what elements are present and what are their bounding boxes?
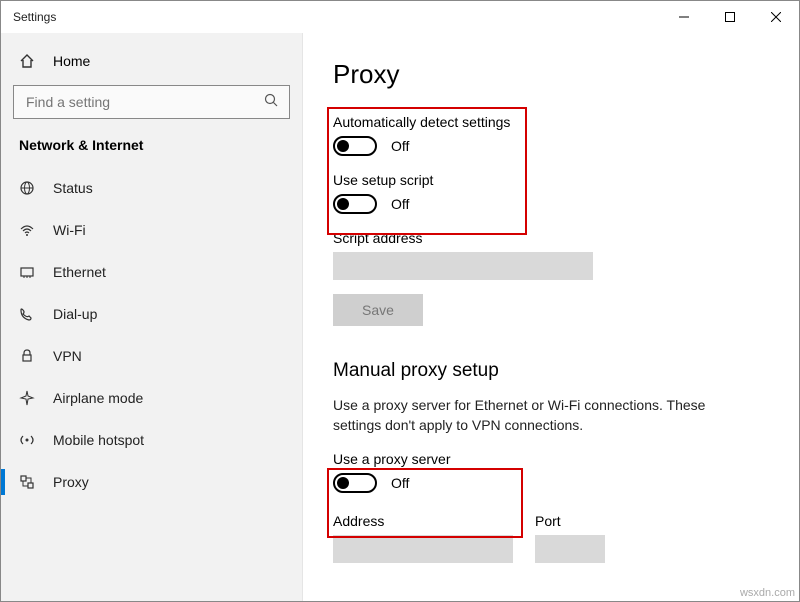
search-input[interactable] — [24, 93, 264, 111]
home-icon — [19, 53, 37, 69]
sidebar-item-vpn[interactable]: VPN — [1, 335, 302, 377]
sidebar-item-label: Airplane mode — [53, 390, 143, 406]
page-title: Proxy — [333, 59, 769, 90]
script-address-input[interactable] — [333, 252, 593, 280]
dialup-icon — [19, 306, 37, 322]
sidebar-item-hotspot[interactable]: Mobile hotspot — [1, 419, 302, 461]
sidebar-item-label: Dial-up — [53, 306, 97, 322]
home-label: Home — [53, 53, 90, 69]
auto-detect-label: Automatically detect settings — [333, 114, 769, 130]
vpn-icon — [19, 348, 37, 364]
search-icon — [264, 93, 279, 111]
watermark: wsxdn.com — [740, 587, 795, 599]
search-box[interactable] — [13, 85, 290, 119]
main-panel: Proxy Automatically detect settings Off … — [303, 33, 799, 601]
sidebar-item-label: Proxy — [53, 474, 89, 490]
nav-list: Status Wi-Fi Ethernet Dial-up VPN — [1, 167, 302, 503]
toggle-knob — [337, 140, 349, 152]
port-label: Port — [535, 513, 605, 529]
sidebar-item-label: VPN — [53, 348, 82, 364]
sidebar-item-ethernet[interactable]: Ethernet — [1, 251, 302, 293]
port-input[interactable] — [535, 535, 605, 563]
setup-script-label: Use setup script — [333, 172, 769, 188]
sidebar: Home Network & Internet Status Wi-Fi — [1, 33, 303, 601]
setup-script-toggle[interactable] — [333, 194, 377, 214]
save-button[interactable]: Save — [333, 294, 423, 326]
use-proxy-label: Use a proxy server — [333, 451, 769, 467]
window-controls — [661, 1, 799, 33]
home-button[interactable]: Home — [1, 45, 302, 79]
script-address-label: Script address — [333, 230, 769, 246]
sidebar-item-airplane[interactable]: Airplane mode — [1, 377, 302, 419]
wifi-icon — [19, 222, 37, 238]
hotspot-icon — [19, 432, 37, 448]
manual-proxy-header: Manual proxy setup — [333, 360, 769, 382]
sidebar-item-wifi[interactable]: Wi-Fi — [1, 209, 302, 251]
globe-icon — [19, 180, 37, 196]
category-header: Network & Internet — [1, 133, 302, 167]
address-label: Address — [333, 513, 513, 529]
sidebar-item-dialup[interactable]: Dial-up — [1, 293, 302, 335]
auto-detect-state: Off — [391, 138, 409, 154]
close-button[interactable] — [753, 1, 799, 33]
sidebar-item-label: Status — [53, 180, 93, 196]
airplane-icon — [19, 390, 37, 406]
use-proxy-toggle[interactable] — [333, 473, 377, 493]
window-title: Settings — [13, 10, 56, 24]
sidebar-item-status[interactable]: Status — [1, 167, 302, 209]
address-input[interactable] — [333, 535, 513, 563]
close-icon — [771, 12, 781, 22]
auto-detect-toggle[interactable] — [333, 136, 377, 156]
minimize-icon — [679, 12, 689, 22]
setup-script-state: Off — [391, 196, 409, 212]
manual-proxy-desc: Use a proxy server for Ethernet or Wi-Fi… — [333, 396, 753, 435]
sidebar-item-label: Ethernet — [53, 264, 106, 280]
proxy-icon — [19, 474, 37, 490]
ethernet-icon — [19, 264, 37, 280]
maximize-button[interactable] — [707, 1, 753, 33]
sidebar-item-label: Wi-Fi — [53, 222, 86, 238]
settings-window: Settings Home — [0, 0, 800, 602]
use-proxy-state: Off — [391, 475, 409, 491]
toggle-knob — [337, 477, 349, 489]
titlebar: Settings — [1, 1, 799, 33]
sidebar-item-proxy[interactable]: Proxy — [1, 461, 302, 503]
minimize-button[interactable] — [661, 1, 707, 33]
sidebar-item-label: Mobile hotspot — [53, 432, 144, 448]
toggle-knob — [337, 198, 349, 210]
maximize-icon — [725, 12, 735, 22]
